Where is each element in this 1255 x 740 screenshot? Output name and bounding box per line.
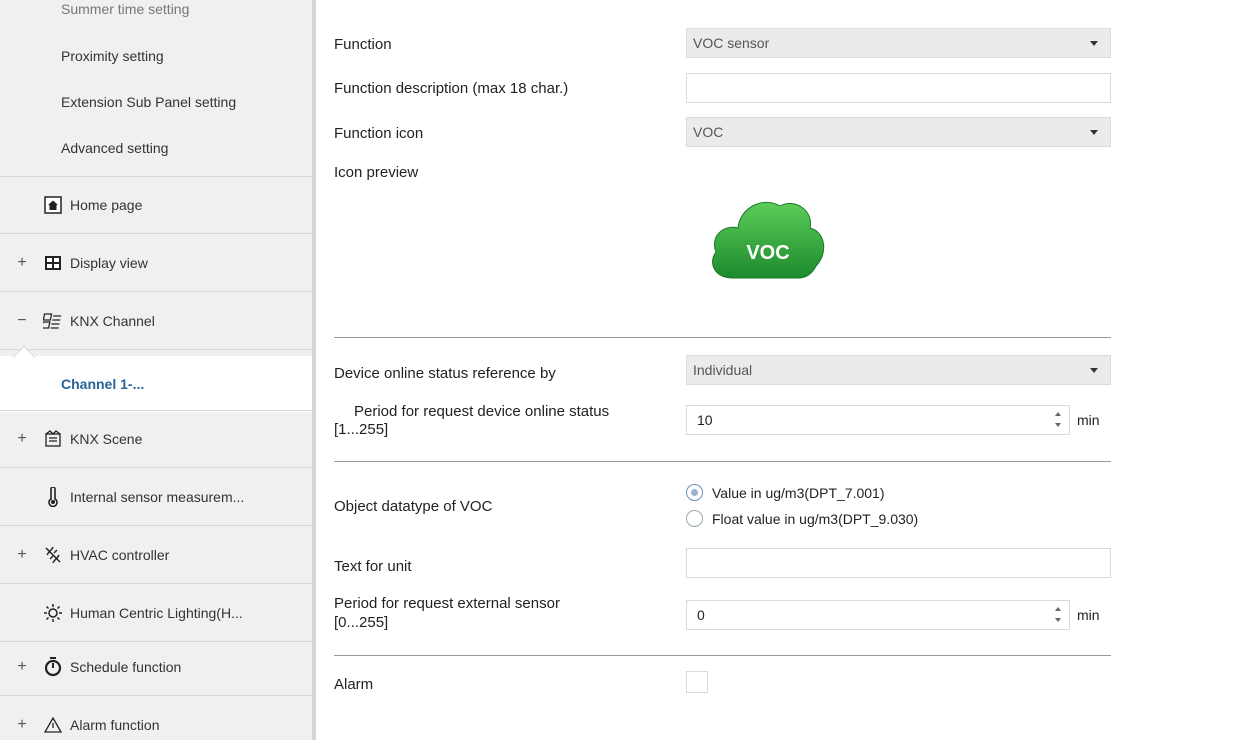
expand-icon[interactable]: + — [15, 546, 29, 564]
spin-arrows-icon[interactable] — [1055, 607, 1063, 625]
hvac-icon — [43, 545, 63, 565]
expand-icon[interactable]: + — [15, 254, 29, 272]
icon-preview-label: Icon preview — [334, 164, 419, 181]
sidebar-item-label: Schedule function — [70, 658, 182, 675]
thermometer-icon — [43, 486, 63, 507]
sidebar-item-knx-scene[interactable]: + KNX Scene — [0, 410, 312, 468]
period-online-value: 10 — [697, 412, 713, 428]
function-description-input[interactable] — [686, 73, 1111, 103]
online-status-ref-select[interactable]: Individual — [686, 355, 1111, 385]
sidebar-item-extension-sub-panel[interactable]: Extension Sub Panel setting — [0, 89, 312, 115]
radio-label: Value in ug/m3(DPT_7.001) — [712, 484, 885, 501]
sidebar-item-display-view[interactable]: + Display view — [0, 234, 312, 292]
sidebar-item-summer-time[interactable]: Summer time setting — [0, 0, 312, 22]
warning-icon — [43, 715, 63, 735]
unit-text-input[interactable] — [686, 548, 1111, 578]
online-status-ref-value: Individual — [693, 362, 753, 378]
expand-icon[interactable]: + — [15, 716, 29, 734]
knx-channel-icon — [43, 311, 63, 331]
chevron-down-icon — [1090, 41, 1098, 46]
sidebar-item-hvac-controller[interactable]: + HVAC controller — [0, 526, 312, 584]
spin-arrows-icon[interactable] — [1055, 412, 1063, 430]
radio-button[interactable] — [686, 510, 703, 527]
expand-icon[interactable]: + — [15, 430, 29, 448]
chevron-down-icon — [1090, 130, 1098, 135]
period-online-range: [1...255] — [334, 421, 389, 438]
voc-cloud-icon: VOC — [702, 188, 832, 286]
function-label: Function — [334, 36, 392, 53]
datatype-option-int[interactable]: Value in ug/m3(DPT_7.001) — [686, 484, 885, 501]
sidebar-item-label: Internal sensor measurem... — [70, 488, 245, 505]
sun-icon — [43, 603, 63, 623]
alarm-label: Alarm — [334, 676, 374, 693]
divider — [334, 655, 1111, 656]
sidebar-item-label: Alarm function — [70, 716, 160, 733]
display-view-icon — [43, 253, 63, 273]
divider — [334, 461, 1111, 462]
period-online-unit: min — [1077, 412, 1100, 428]
sidebar-item-label: Summer time setting — [61, 1, 190, 17]
period-ext-unit: min — [1077, 607, 1100, 623]
unit-text-label: Text for unit — [334, 558, 412, 575]
sidebar-item-knx-channel[interactable]: − KNX Channel — [0, 292, 312, 350]
function-description-label: Function description (max 18 char.) — [334, 80, 569, 97]
timer-icon — [43, 656, 63, 677]
alarm-checkbox[interactable] — [686, 671, 708, 693]
voc-icon-text: VOC — [746, 242, 789, 264]
radio-button[interactable] — [686, 484, 703, 501]
function-select[interactable]: VOC sensor — [686, 28, 1111, 58]
sidebar-item-label: Advanced setting — [61, 140, 169, 156]
online-status-ref-label: Device online status reference by — [334, 365, 556, 382]
period-ext-value: 0 — [697, 607, 705, 623]
sidebar-item-alarm-function[interactable]: + Alarm function — [0, 696, 312, 740]
collapse-icon[interactable]: − — [15, 312, 29, 330]
sidebar-item-channel-1[interactable]: Channel 1-... — [0, 356, 312, 412]
period-online-label: Period for request device online status — [354, 403, 610, 420]
sidebar-item-schedule-function[interactable]: + Schedule function — [0, 638, 312, 696]
datatype-label: Object datatype of VOC — [334, 498, 493, 515]
divider — [334, 337, 1111, 338]
period-ext-label: Period for request external sensor — [334, 595, 560, 612]
sidebar-item-internal-sensor[interactable]: Internal sensor measurem... — [0, 468, 312, 526]
sidebar-item-label: Human Centric Lighting(H... — [70, 604, 243, 621]
function-icon-select-value: VOC — [693, 124, 724, 140]
function-icon-label: Function icon — [334, 125, 424, 142]
sidebar: Summer time setting Proximity setting Ex… — [0, 0, 316, 740]
sidebar-item-proximity[interactable]: Proximity setting — [0, 43, 312, 69]
sidebar-item-label: KNX Scene — [70, 431, 143, 447]
radio-label: Float value in ug/m3(DPT_9.030) — [712, 510, 919, 527]
period-ext-range: [0...255] — [334, 614, 389, 631]
datatype-option-float[interactable]: Float value in ug/m3(DPT_9.030) — [686, 510, 918, 527]
period-online-spinbox[interactable]: 10 — [686, 405, 1070, 435]
sidebar-item-advanced[interactable]: Advanced setting — [0, 135, 312, 161]
function-select-value: VOC sensor — [693, 35, 770, 51]
chevron-down-icon — [1090, 368, 1098, 373]
sidebar-item-label: HVAC controller — [70, 546, 170, 563]
sidebar-item-label: Display view — [70, 254, 148, 271]
sidebar-item-label: Channel 1-... — [61, 376, 145, 392]
function-icon-select[interactable]: VOC — [686, 117, 1111, 147]
sidebar-item-label: Proximity setting — [61, 48, 164, 64]
expand-icon[interactable]: + — [15, 658, 29, 676]
sidebar-item-home-page[interactable]: Home page — [0, 176, 312, 234]
sidebar-item-label: KNX Channel — [70, 312, 155, 329]
sidebar-item-label: Home page — [70, 197, 143, 213]
home-icon — [43, 195, 63, 215]
scene-icon — [43, 429, 63, 449]
sidebar-item-human-centric-lighting[interactable]: Human Centric Lighting(H... — [0, 584, 312, 642]
parameter-panel: Function VOC sensor Function description… — [316, 0, 1255, 740]
sidebar-item-label: Extension Sub Panel setting — [61, 94, 237, 110]
period-ext-spinbox[interactable]: 0 — [686, 600, 1070, 630]
